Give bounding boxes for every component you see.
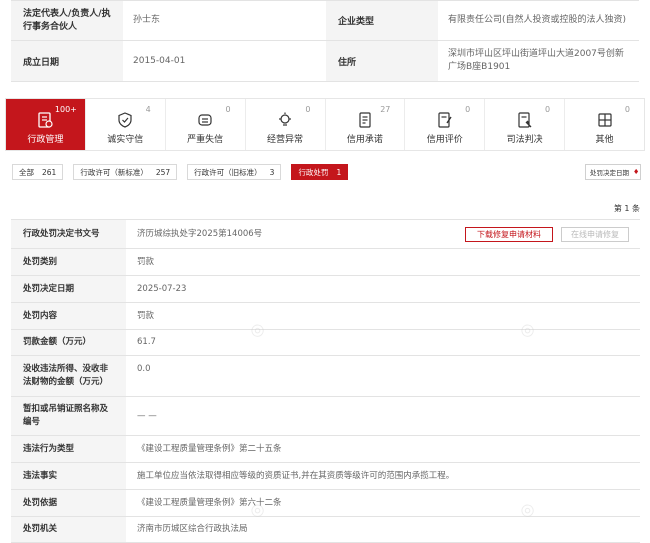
tab-abnormal-operation[interactable]: 0 经营异常: [246, 99, 326, 150]
table-row: 违法行为类型 《建设工程质量管理条例》第二十五条: [11, 436, 640, 463]
filter-license-old[interactable]: 行政许可（旧标准） 3: [187, 164, 282, 180]
tab-label: 经营异常: [267, 135, 304, 145]
tab-label: 行政管理: [27, 135, 64, 145]
row-value-cell: 济历城综执处字2025第14006号 下载修复申请材料 在线申请修复: [126, 220, 640, 248]
row-key: 违法事实: [11, 463, 126, 489]
tab-count: 0: [225, 105, 231, 114]
page-indicator: 第 1 条: [613, 204, 640, 213]
table-row: 处罚依据 《建设工程质量管理条例》第六十二条: [11, 490, 640, 517]
filter-label: 全部: [19, 167, 34, 177]
row-key: 没收违法所得、没收非法财物的金额（万元）: [11, 356, 126, 396]
filter-bar: 全部 261 行政许可（新标准） 257 行政许可（旧标准） 3 行政处罚 1: [12, 164, 358, 180]
info-row: 成立日期 2015-04-01 住所 深圳市坪山区坪山街道坪山大道2007号创新…: [11, 41, 639, 82]
judge-icon: [518, 112, 532, 128]
shield-icon: [118, 112, 132, 128]
filter-label: 行政许可（新标准）: [80, 167, 148, 177]
tab-count: 0: [305, 105, 311, 114]
filter-label: 行政许可（旧标准）: [194, 167, 262, 177]
filter-license-new[interactable]: 行政许可（新标准） 257: [73, 164, 178, 180]
evaluate-icon: [438, 112, 452, 128]
tab-credit-evaluation[interactable]: 0 信用评价: [405, 99, 486, 150]
tab-count: 0: [465, 105, 471, 114]
tab-integrity[interactable]: 4 诚实守信: [86, 99, 166, 150]
row-key: 违法行为类型: [11, 436, 126, 462]
filter-count: 261: [42, 167, 57, 177]
tab-count: 4: [145, 105, 151, 114]
tab-label: 信用评价: [426, 135, 463, 145]
legal-rep-value: 孙士东: [133, 15, 161, 25]
admin-icon: [38, 112, 54, 128]
alert-icon: [198, 114, 212, 126]
filter-count: 1: [336, 167, 342, 177]
category-tabs: 100+ 行政管理 4 诚实守信 0 严重失信 0 经营异常 27 信用承诺 0…: [5, 98, 645, 151]
row-key: 处罚类别: [11, 249, 126, 275]
row-value: 《建设工程质量管理条例》第六十二条: [137, 497, 282, 508]
tab-admin[interactable]: 100+ 行政管理: [6, 99, 86, 150]
table-row: 行政处罚决定书文号 济历城综执处字2025第14006号 下载修复申请材料 在线…: [11, 220, 640, 249]
filter-count: 3: [269, 167, 275, 177]
tab-credit-promise[interactable]: 27 信用承诺: [326, 99, 406, 150]
sort-label: 处罚决定日期: [590, 169, 629, 177]
tab-count: 27: [380, 105, 391, 114]
sort-dropdown[interactable]: 处罚决定日期 ♦: [585, 164, 641, 180]
sort-arrow-icon: ♦: [633, 168, 640, 176]
row-key: 罚款金额（万元）: [11, 330, 126, 355]
table-row: 处罚类别 罚款: [11, 249, 640, 276]
row-key: 暂扣或吊销证照名称及编号: [11, 397, 126, 435]
table-row: 违法事实 施工单位应当依法取得相应等级的资质证书,并在其资质等级许可的范围内承揽…: [11, 463, 640, 490]
row-value: 61.7: [137, 337, 156, 347]
tab-label: 信用承诺: [346, 135, 383, 145]
company-info-table: 法定代表人/负责人/执行事务合伙人 孙士东 企业类型 有限责任公司(自然人投资或…: [11, 0, 639, 82]
table-row: 暂扣或吊销证照名称及编号 — —: [11, 397, 640, 436]
legal-rep-label: 法定代表人/负责人/执行事务合伙人: [11, 1, 123, 40]
tab-judicial[interactable]: 0 司法判决: [485, 99, 566, 150]
info-row: 法定代表人/负责人/执行事务合伙人 孙士东 企业类型 有限责任公司(自然人投资或…: [11, 1, 639, 41]
promise-icon: [359, 112, 371, 128]
filter-penalty[interactable]: 行政处罚 1: [291, 164, 349, 180]
table-row: 处罚机关 济南市历城区综合行政执法局: [11, 517, 640, 543]
tab-label: 诚实守信: [107, 135, 144, 145]
row-value: 0.0: [137, 364, 151, 374]
row-value: — —: [137, 410, 157, 421]
row-value: 施工单位应当依法取得相应等级的资质证书,并在其资质等级许可的范围内承揽工程。: [137, 470, 455, 481]
row-value: 济历城综执处字2025第14006号: [137, 228, 263, 239]
tab-label: 司法判决: [506, 135, 543, 145]
tab-other[interactable]: 0 其他: [565, 99, 644, 150]
tab-label: 严重失信: [187, 135, 224, 145]
row-key: 处罚依据: [11, 490, 126, 516]
tab-count: 0: [624, 105, 630, 114]
founded-label: 成立日期: [11, 41, 123, 81]
row-key: 处罚内容: [11, 303, 126, 329]
online-repair-button[interactable]: 在线申请修复: [561, 227, 629, 242]
row-key: 处罚决定日期: [11, 276, 126, 302]
row-value: 罚款: [137, 310, 155, 321]
table-row: 没收违法所得、没收非法财物的金额（万元） 0.0: [11, 356, 640, 397]
row-value: 《建设工程质量管理条例》第二十五条: [137, 443, 282, 454]
tab-count: 100+: [54, 105, 77, 114]
filter-count: 257: [155, 167, 171, 177]
download-repair-materials-button[interactable]: 下载修复申请材料: [465, 227, 553, 242]
row-key: 行政处罚决定书文号: [11, 220, 126, 248]
row-value: 2025-07-23: [137, 283, 187, 294]
company-type-label: 企业类型: [326, 1, 438, 40]
row-value: 济南市历城区综合行政执法局: [137, 524, 248, 534]
company-type-value: 有限责任公司(自然人投资或控股的法人独资): [448, 15, 627, 25]
filter-label: 行政处罚: [298, 167, 329, 177]
table-row: 处罚决定日期 2025-07-23: [11, 276, 640, 303]
table-row: 罚款金额（万元） 61.7: [11, 330, 640, 356]
penalty-detail-table: 行政处罚决定书文号 济历城综执处字2025第14006号 下载修复申请材料 在线…: [11, 219, 640, 543]
address-value: 深圳市坪山区坪山街道坪山大道2007号创新广场B座B1901: [448, 49, 624, 72]
row-value: 罚款: [137, 256, 155, 267]
tab-serious-dishonesty[interactable]: 0 严重失信: [166, 99, 246, 150]
founded-value: 2015-04-01: [133, 55, 186, 66]
address-label: 住所: [326, 41, 438, 81]
tab-count: 0: [545, 105, 551, 114]
filter-all[interactable]: 全部 261: [12, 164, 64, 180]
row-key: 处罚机关: [11, 517, 126, 542]
table-row: 处罚内容 罚款: [11, 303, 640, 330]
bulb-icon: [279, 112, 292, 126]
other-icon: [597, 113, 612, 127]
tab-label: 其他: [595, 135, 614, 145]
